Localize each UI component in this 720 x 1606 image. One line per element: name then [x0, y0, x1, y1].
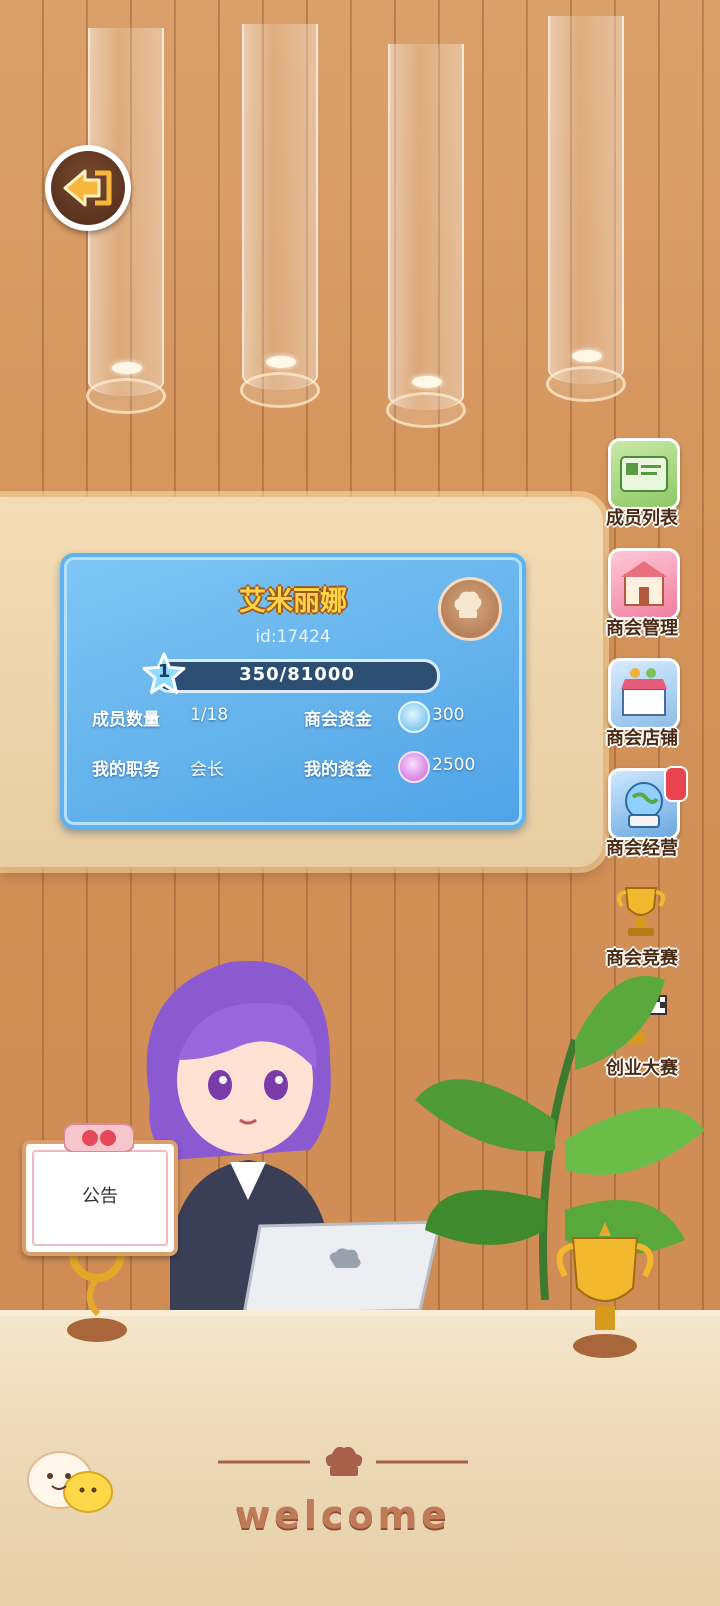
- tube-rim: [240, 372, 320, 408]
- sidebar-item-member-list[interactable]: 成员列表: [598, 438, 686, 538]
- guild-info-card: 艾米丽娜 id:17424 350/81000 1 成员数量 1/18 我的职务…: [60, 553, 526, 829]
- back-button-face: [51, 151, 125, 225]
- diamond-coin-icon: [398, 701, 430, 733]
- tube-rim: [86, 378, 166, 414]
- tube-light: [412, 376, 442, 388]
- guild-funds-value: 300: [432, 705, 465, 725]
- welcome-text: welcome: [235, 1493, 451, 1537]
- tube-light: [266, 356, 296, 368]
- guild-contest-icon: [608, 878, 674, 944]
- gold-trophy-icon: [556, 1222, 654, 1358]
- sidebar-item-guild-shop[interactable]: 商会店铺: [598, 658, 686, 758]
- shop-stall-icon: [621, 668, 667, 716]
- strawberry-icon: [64, 1123, 134, 1152]
- tube-light: [572, 350, 602, 362]
- position-value: 会长: [190, 760, 224, 780]
- sidebar-item-guild-manage[interactable]: 商会管理: [598, 548, 686, 648]
- exit-arrow-icon: [63, 169, 112, 207]
- my-funds-value: 2500: [432, 755, 476, 775]
- guild-funds-label: 商会资金: [304, 710, 372, 730]
- trophy-icon: [616, 887, 666, 936]
- id-card-icon: [620, 456, 668, 492]
- guild-exp-bar: 350/81000: [154, 659, 440, 693]
- building-icon: [621, 561, 667, 606]
- glass-tube-2: [240, 24, 320, 408]
- chat-button[interactable]: [24, 1446, 116, 1518]
- chef-hat-icon: [454, 591, 482, 618]
- position-label: 我的职务: [92, 760, 160, 780]
- notice-board[interactable]: 公告: [22, 1123, 178, 1256]
- guild-manage-icon: [608, 548, 680, 620]
- members-label: 成员数量: [92, 710, 160, 730]
- chat-bubble-icon: [27, 1451, 113, 1513]
- sidebar-item-label: 商会经营: [606, 838, 678, 859]
- sidebar-item-label: 商会管理: [606, 618, 678, 639]
- welcome-divider: [218, 1446, 468, 1476]
- tube-rim: [386, 392, 466, 428]
- alert-badge-icon: [664, 766, 688, 802]
- back-button[interactable]: [45, 145, 131, 231]
- sidebar-item-label: 商会店铺: [606, 728, 678, 749]
- member-list-icon: [608, 438, 680, 510]
- notice-label: 公告: [82, 1186, 118, 1207]
- glass-tube-3: [386, 44, 466, 428]
- guild-exp-text: 350/81000: [239, 664, 355, 685]
- guild-level-star-icon: 1: [141, 651, 187, 697]
- glass-tube-4: [546, 16, 626, 402]
- guild-shop-icon: [608, 658, 680, 730]
- tube-rim: [546, 366, 626, 402]
- guild-rank-emblem-icon[interactable]: [438, 577, 502, 641]
- my-funds-label: 我的资金: [304, 760, 372, 780]
- gem-coin-icon: [398, 751, 430, 783]
- sidebar-item-guild-operate[interactable]: 商会经营: [598, 766, 688, 868]
- members-value: 1/18: [190, 705, 229, 725]
- sidebar-item-label: 成员列表: [606, 508, 678, 529]
- tube-light: [112, 362, 142, 374]
- guild-level: 1: [157, 661, 171, 682]
